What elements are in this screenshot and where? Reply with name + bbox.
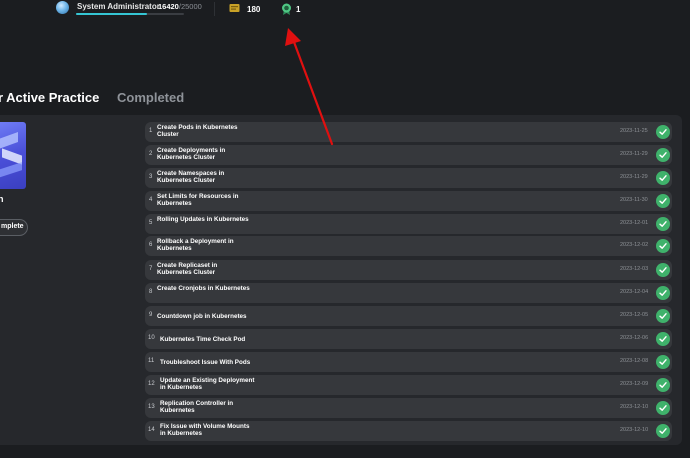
- check-circle-icon: [656, 171, 670, 185]
- task-date: 2023-12-03: [620, 266, 649, 272]
- check-circle-icon: [656, 263, 670, 277]
- task-title[interactable]: Set Limits for Resources in Kubernetes: [157, 193, 253, 207]
- task-date: 2023-12-06: [620, 335, 649, 341]
- task-title[interactable]: Create Deployments in Kubernetes Cluster: [157, 147, 253, 161]
- task-number: 7: [149, 266, 153, 272]
- task-row[interactable]: 7 Create Replicaset in Kubernetes Cluster…: [145, 260, 672, 280]
- header-divider: [214, 2, 215, 16]
- task-number: 9: [149, 312, 153, 318]
- task-title[interactable]: Rollback a Deployment in Kubernetes: [157, 238, 253, 252]
- task-row[interactable]: 10 Kubernetes Time Check Pod 2023-12-06: [145, 329, 672, 349]
- task-date: 2023-11-30: [620, 197, 648, 203]
- xp-counter: 16420/25000: [158, 2, 202, 11]
- task-row[interactable]: 3 Create Namespaces in Kubernetes Cluster…: [145, 168, 672, 188]
- top-bar: System Administrator 16420/25000 180 1: [0, 0, 690, 50]
- check-circle-icon: [656, 125, 670, 139]
- task-number: 14: [148, 427, 155, 433]
- task-date: 2023-11-29: [620, 151, 648, 157]
- xp-progress-bar: [76, 13, 184, 15]
- user-name[interactable]: System Administrator: [77, 2, 160, 11]
- check-circle-icon: [656, 355, 670, 369]
- task-title[interactable]: Fix Issue with Volume Mounts in Kubernet…: [160, 423, 256, 437]
- check-circle-icon: [656, 194, 670, 208]
- check-circle-icon: [656, 239, 670, 253]
- task-date: 2023-12-09: [620, 381, 649, 387]
- check-circle-icon: [656, 424, 670, 438]
- check-circle-icon: [656, 309, 670, 323]
- task-number: 11: [148, 358, 155, 364]
- task-title[interactable]: Rolling Updates in Kubernetes: [157, 216, 253, 223]
- task-date: 2023-11-29: [620, 174, 648, 180]
- check-circle-icon: [656, 217, 670, 231]
- task-title[interactable]: Create Pods in Kubernetes Cluster: [157, 124, 253, 138]
- task-row[interactable]: 14 Fix Issue with Volume Mounts in Kubern…: [145, 421, 672, 441]
- task-row[interactable]: 2 Create Deployments in Kubernetes Cluste…: [145, 145, 672, 165]
- xp-progress-fill: [76, 13, 147, 15]
- complete-button[interactable]: mplete: [0, 219, 28, 236]
- check-circle-icon: [656, 148, 670, 162]
- task-number: 6: [149, 242, 153, 248]
- task-row[interactable]: 5 Rolling Updates in Kubernetes 2023-12-01: [145, 214, 672, 234]
- task-date: 2023-12-04: [620, 289, 649, 295]
- check-circle-icon: [656, 401, 670, 415]
- course-thumbnail[interactable]: [0, 122, 26, 189]
- check-circle-icon: [656, 286, 670, 300]
- coins-icon: [229, 4, 240, 12]
- task-title[interactable]: Kubernetes Time Check Pod: [160, 336, 300, 343]
- task-number: 13: [148, 404, 155, 410]
- task-title[interactable]: Countdown job in Kubernetes: [157, 313, 297, 320]
- task-title[interactable]: Troubleshoot Issue With Pods: [160, 359, 300, 366]
- task-date: 2023-11-25: [620, 128, 648, 134]
- task-number: 2: [149, 151, 153, 157]
- task-row[interactable]: 13 Replication Controller in Kubernetes 20…: [145, 398, 672, 418]
- check-circle-icon: [656, 378, 670, 392]
- task-number: 1: [149, 128, 153, 134]
- task-row[interactable]: 6 Rollback a Deployment in Kubernetes 2023…: [145, 236, 672, 256]
- badges-count: 1: [296, 5, 301, 14]
- badge-icon: [282, 3, 291, 15]
- user-avatar[interactable]: [56, 1, 69, 14]
- task-number: 3: [149, 174, 153, 180]
- xp-max: /25000: [178, 2, 202, 11]
- course-title-line-1: n: [0, 194, 4, 204]
- task-row[interactable]: 9 Countdown job in Kubernetes 2023-12-05: [145, 306, 672, 326]
- task-title[interactable]: Create Cronjobs in Kubernetes: [157, 285, 253, 292]
- task-date: 2023-12-02: [620, 242, 649, 248]
- task-row[interactable]: 4 Set Limits for Resources in Kubernetes 2…: [145, 191, 672, 211]
- xp-current: 16420: [158, 2, 179, 11]
- task-row[interactable]: 12 Update an Existing Deployment in Kuber…: [145, 375, 672, 395]
- task-title[interactable]: Update an Existing Deployment in Kuberne…: [160, 377, 256, 391]
- task-row[interactable]: 8 Create Cronjobs in Kubernetes 2023-12-04: [145, 283, 672, 303]
- check-circle-icon: [656, 332, 670, 346]
- task-row[interactable]: 1 Create Pods in Kubernetes Cluster 2023-1…: [145, 122, 672, 142]
- coins-count: 180: [247, 5, 261, 14]
- tab-active-practice[interactable]: ur Active Practice: [0, 90, 99, 105]
- task-title[interactable]: Replication Controller in Kubernetes: [160, 400, 256, 414]
- task-date: 2023-12-10: [620, 404, 649, 410]
- task-number: 4: [149, 197, 153, 203]
- task-date: 2023-12-10: [620, 427, 649, 433]
- task-number: 5: [149, 220, 153, 226]
- task-date: 2023-12-05: [620, 312, 649, 318]
- task-date: 2023-12-01: [620, 220, 649, 226]
- tab-completed[interactable]: Completed: [117, 90, 184, 105]
- task-number: 8: [149, 289, 153, 295]
- task-row[interactable]: 11 Troubleshoot Issue With Pods 2023-12-08: [145, 352, 672, 372]
- task-number: 10: [148, 335, 155, 341]
- task-date: 2023-12-08: [620, 358, 649, 364]
- task-title[interactable]: Create Replicaset in Kubernetes Cluster: [157, 262, 253, 276]
- task-number: 12: [148, 381, 155, 387]
- task-title[interactable]: Create Namespaces in Kubernetes Cluster: [157, 170, 253, 184]
